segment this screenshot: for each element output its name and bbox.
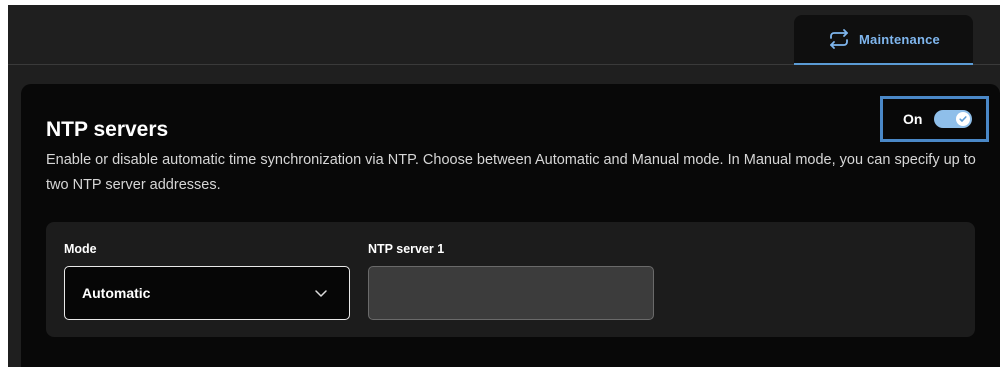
ntp-servers-card: NTP servers On Enable or disable automat… [21,84,1000,367]
tab-label: Maintenance [859,31,940,47]
mode-value: Automatic [82,285,151,301]
repeat-icon [827,27,851,51]
mode-label: Mode [64,242,97,256]
ntp-toggle[interactable]: On [880,96,989,142]
tab-maintenance[interactable]: Maintenance [794,15,973,65]
check-icon [956,112,971,126]
ntp-server-1-input[interactable] [368,266,654,320]
ntp-server-1-label: NTP server 1 [368,242,445,256]
section-description: Enable or disable automatic time synchro… [46,152,976,193]
toggle-label: On [903,111,923,127]
toggle-switch[interactable] [934,110,973,128]
section-title: NTP servers [46,118,169,141]
chevron-down-icon [313,285,329,301]
mode-select[interactable]: Automatic [64,266,350,320]
app-window: Maintenance NTP servers On Enable or dis… [8,5,1000,367]
ntp-settings-panel: Mode Automatic NTP server 1 [46,222,975,337]
tab-bar: Maintenance [8,5,1000,65]
